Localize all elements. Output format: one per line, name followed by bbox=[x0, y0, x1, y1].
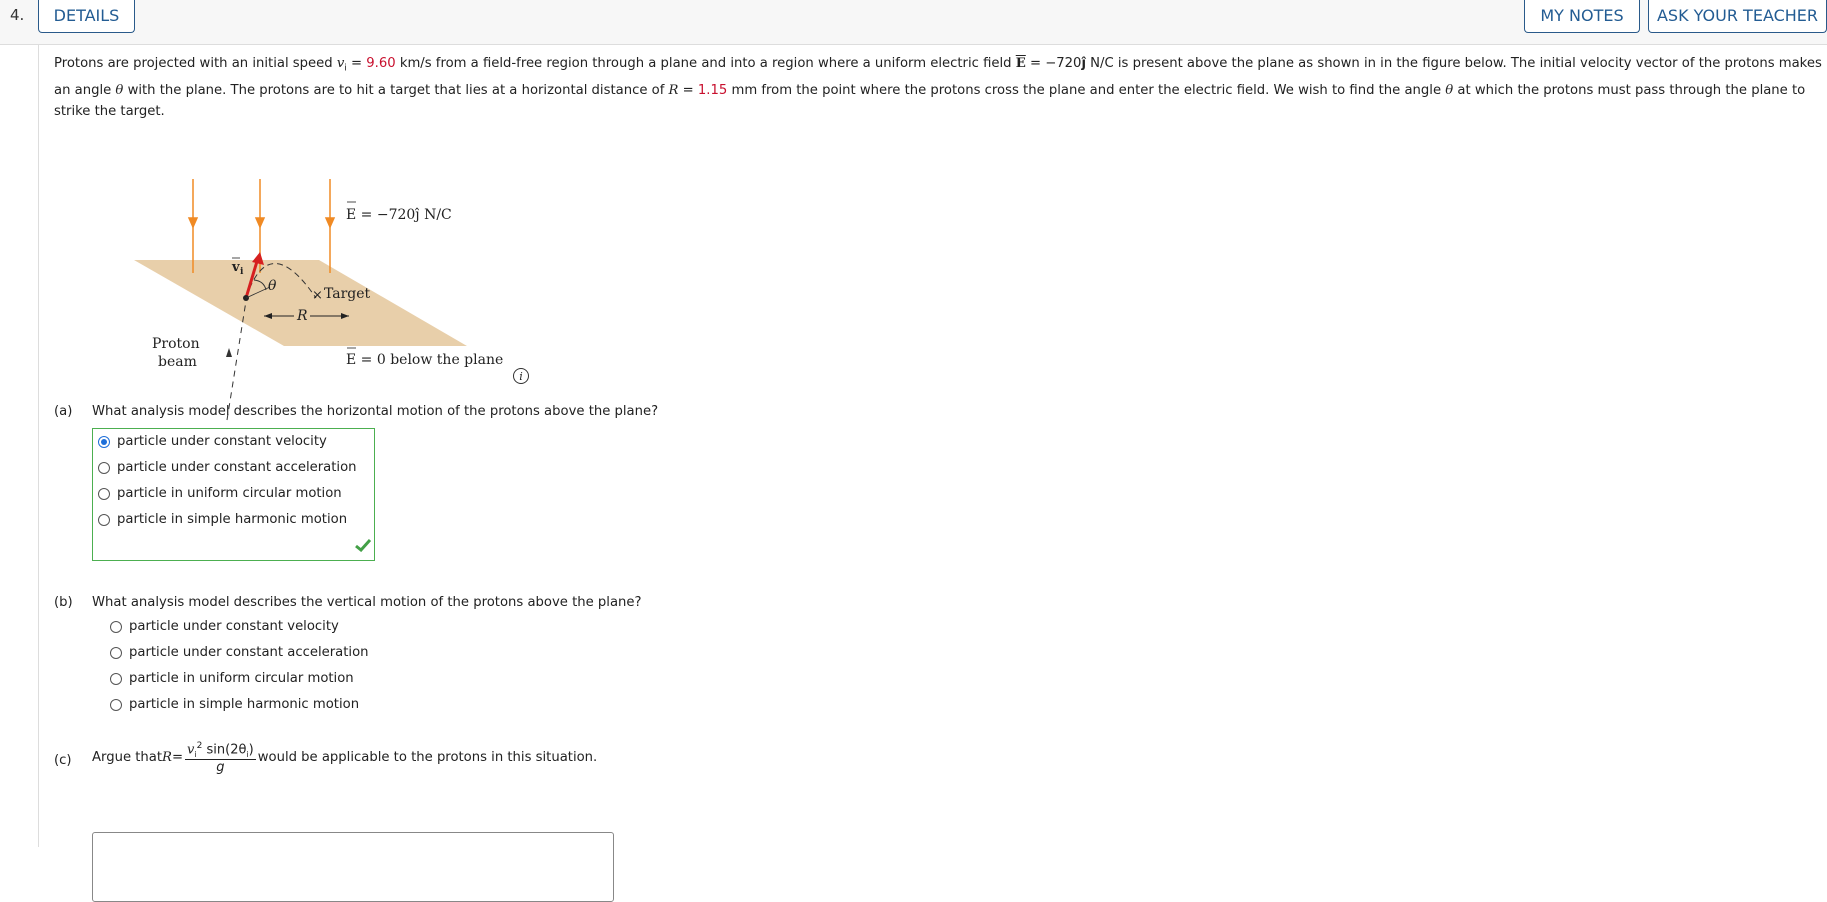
ask-your-teacher-button[interactable]: ASK YOUR TEACHER bbox=[1648, 0, 1827, 33]
radio-icon[interactable] bbox=[98, 461, 110, 474]
details-button[interactable]: DETAILS bbox=[38, 0, 135, 33]
part-a-option-1[interactable]: particle under constant velocity bbox=[98, 434, 327, 449]
radio-icon[interactable] bbox=[98, 487, 110, 500]
part-b-question: What analysis model describes the vertic… bbox=[92, 595, 642, 610]
question-header: 4. DETAILS MY NOTES ASK YOUR TEACHER bbox=[0, 0, 1827, 45]
figure-R-label: R bbox=[296, 308, 308, 324]
part-c-question: Argue that R = vi2 sin(2θi) g would be a… bbox=[92, 741, 598, 775]
plane-shape bbox=[134, 260, 467, 346]
vi-label: v bbox=[231, 260, 240, 275]
field-above-label: E = −720ĵ N/C bbox=[346, 206, 452, 223]
svg-text:i: i bbox=[240, 267, 244, 277]
part-a-option-3[interactable]: particle in uniform circular motion bbox=[98, 486, 342, 501]
part-b-option-3[interactable]: particle in uniform circular motion bbox=[110, 671, 354, 686]
theta-label: θ bbox=[268, 278, 277, 294]
target-label: Target bbox=[324, 286, 371, 302]
part-c-answer-textarea[interactable] bbox=[92, 832, 614, 902]
part-a-label: (a) bbox=[54, 404, 73, 419]
target-distance-value: 1.15 bbox=[697, 82, 728, 98]
part-b-option-2[interactable]: particle under constant acceleration bbox=[110, 645, 369, 660]
part-c-label: (c) bbox=[54, 753, 72, 768]
question-number: 4. bbox=[10, 6, 25, 24]
initial-speed-value: 9.60 bbox=[366, 56, 396, 71]
beam-label: beam bbox=[158, 354, 197, 370]
part-b-label: (b) bbox=[54, 595, 73, 610]
proton-label: Proton bbox=[152, 336, 200, 352]
part-a-option-4[interactable]: particle in simple harmonic motion bbox=[98, 512, 347, 527]
info-icon[interactable]: i bbox=[513, 368, 529, 384]
problem-statement: Protons are projected with an initial sp… bbox=[54, 56, 1822, 119]
question-content: Protons are projected with an initial sp… bbox=[38, 44, 1827, 902]
range-formula: vi2 sin(2θi) g bbox=[185, 741, 256, 775]
radio-icon[interactable] bbox=[98, 513, 110, 526]
radio-icon[interactable] bbox=[110, 646, 122, 659]
part-a-option-2[interactable]: particle under constant acceleration bbox=[98, 460, 357, 475]
field-below-label: E = 0 below the plane bbox=[346, 352, 503, 368]
radio-icon[interactable] bbox=[110, 698, 122, 711]
correct-check-icon bbox=[355, 538, 371, 552]
part-a-question: What analysis model describes the horizo… bbox=[92, 404, 659, 419]
radio-icon[interactable] bbox=[110, 672, 122, 685]
svg-text:×: × bbox=[312, 288, 323, 303]
physics-figure: R × Target θ v i E = −720ĵ N/C E = 0 bel… bbox=[134, 179, 503, 421]
part-b-option-1[interactable]: particle under constant velocity bbox=[110, 619, 339, 634]
radio-icon[interactable] bbox=[110, 620, 122, 633]
part-b-option-4[interactable]: particle in simple harmonic motion bbox=[110, 697, 359, 712]
radio-selected-icon[interactable] bbox=[98, 435, 110, 448]
my-notes-button[interactable]: MY NOTES bbox=[1524, 0, 1640, 33]
